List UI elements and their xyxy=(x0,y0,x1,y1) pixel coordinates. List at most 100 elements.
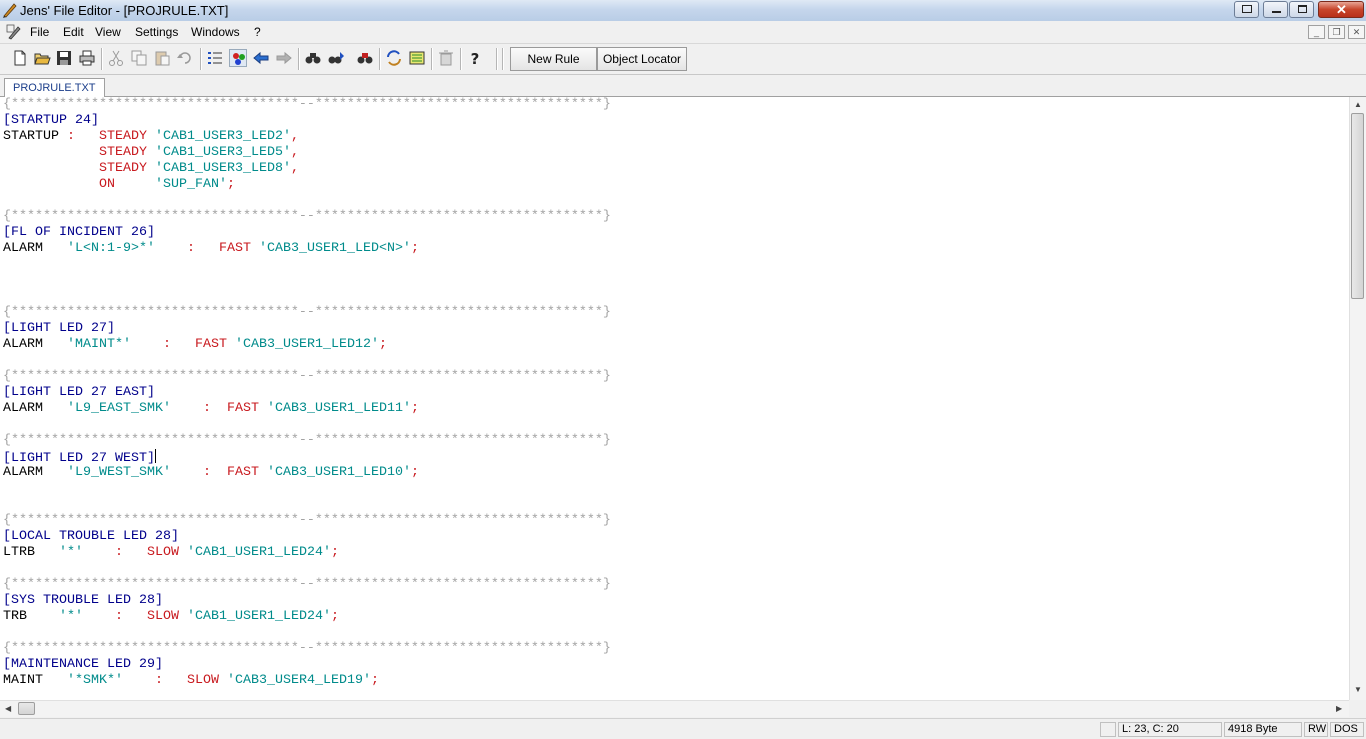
minimize-button[interactable] xyxy=(1263,1,1288,18)
color-icon[interactable] xyxy=(229,49,247,67)
tab-projrule[interactable]: PROJRULE.TXT xyxy=(4,78,105,97)
doc-minimize-button[interactable]: _ xyxy=(1308,25,1325,39)
code-line[interactable]: [MAINTENANCE LED 29] xyxy=(3,657,611,673)
operator-token: ; xyxy=(370,673,379,688)
print-icon[interactable] xyxy=(78,49,96,67)
text-editor[interactable]: {************************************--*… xyxy=(0,97,1349,700)
operator-token: ; xyxy=(410,401,419,416)
scroll-left-icon[interactable]: ◀ xyxy=(5,705,11,713)
code-line[interactable] xyxy=(3,289,611,305)
code-line[interactable]: {************************************--*… xyxy=(3,577,611,593)
window-title: Jens' File Editor - [PROJRULE.TXT] xyxy=(20,3,229,18)
code-line[interactable]: [FL OF INCIDENT 26] xyxy=(3,225,611,241)
toolbar-separator xyxy=(101,48,103,70)
refresh-icon[interactable] xyxy=(385,49,403,67)
toolbar-separator xyxy=(298,48,300,70)
code-line[interactable]: ALARM 'L<N:1-9>*' : FAST 'CAB3_USER1_LED… xyxy=(3,241,611,257)
menu-settings[interactable]: Settings xyxy=(135,25,178,39)
help-icon[interactable]: ? xyxy=(466,49,484,67)
menu-windows[interactable]: Windows xyxy=(191,25,240,39)
menu-edit[interactable]: Edit xyxy=(63,25,84,39)
vertical-scroll-thumb[interactable] xyxy=(1351,113,1364,299)
back-icon[interactable] xyxy=(252,49,270,67)
code-line[interactable] xyxy=(3,193,611,209)
close-button[interactable]: ✕ xyxy=(1318,1,1364,18)
operator-token: , xyxy=(290,145,299,160)
find-icon[interactable] xyxy=(304,49,322,67)
horizontal-scrollbar[interactable]: ◀ ▶ xyxy=(0,700,1349,717)
string-token: 'CAB1_USER3_LED5' xyxy=(154,145,291,160)
code-line[interactable]: STEADY 'CAB1_USER3_LED8', xyxy=(3,161,611,177)
code-line[interactable]: [SYS TROUBLE LED 28] xyxy=(3,593,611,609)
menu-help[interactable]: ? xyxy=(254,25,261,39)
doc-close-button[interactable]: ✕ xyxy=(1348,25,1365,39)
code-line[interactable]: ALARM 'MAINT*' : FAST 'CAB3_USER1_LED12'… xyxy=(3,337,611,353)
doc-menu-icon[interactable] xyxy=(6,24,22,40)
code-line[interactable]: [LOCAL TROUBLE LED 28] xyxy=(3,529,611,545)
code-line[interactable]: {************************************--*… xyxy=(3,369,611,385)
code-line[interactable]: {************************************--*… xyxy=(3,305,611,321)
code-line[interactable]: {************************************--*… xyxy=(3,513,611,529)
code-line[interactable]: {************************************--*… xyxy=(3,641,611,657)
compare-icon[interactable] xyxy=(408,49,426,67)
toolbar-separator xyxy=(379,48,381,70)
code-line[interactable]: STARTUP : STEADY 'CAB1_USER3_LED2', xyxy=(3,129,611,145)
code-line[interactable]: [LIGHT LED 27] xyxy=(3,321,611,337)
string-token: 'MAINT*' xyxy=(67,337,131,352)
code-line[interactable]: [STARTUP 24] xyxy=(3,113,611,129)
code-line[interactable]: {************************************--*… xyxy=(3,97,611,113)
delete-icon[interactable] xyxy=(437,49,455,67)
maximize-button[interactable] xyxy=(1289,1,1314,18)
code-line[interactable]: STEADY 'CAB1_USER3_LED5', xyxy=(3,145,611,161)
forward-icon[interactable] xyxy=(275,49,293,67)
code-line[interactable]: TRB '*' : SLOW 'CAB1_USER1_LED24'; xyxy=(3,609,611,625)
cut-icon[interactable] xyxy=(107,49,125,67)
code-line[interactable] xyxy=(3,561,611,577)
code-content[interactable]: {************************************--*… xyxy=(3,97,611,689)
code-line[interactable]: LTRB '*' : SLOW 'CAB1_USER1_LED24'; xyxy=(3,545,611,561)
new-file-icon[interactable] xyxy=(11,49,29,67)
doc-restore-button[interactable]: ❐ xyxy=(1328,25,1345,39)
comment-token: {************************************--*… xyxy=(3,577,611,592)
code-line[interactable]: {************************************--*… xyxy=(3,433,611,449)
section-header: [FL OF INCIDENT 26] xyxy=(3,225,155,240)
save-icon[interactable] xyxy=(55,49,73,67)
menu-file[interactable]: File xyxy=(30,25,49,39)
list-icon[interactable] xyxy=(206,49,224,67)
code-line[interactable]: [LIGHT LED 27 WEST] xyxy=(3,449,611,466)
section-header: [LOCAL TROUBLE LED 28] xyxy=(3,529,179,544)
scroll-up-icon[interactable]: ▲ xyxy=(1354,101,1362,109)
code-line[interactable] xyxy=(3,353,611,369)
code-line[interactable] xyxy=(3,273,611,289)
copy-icon[interactable] xyxy=(130,49,148,67)
code-line[interactable] xyxy=(3,417,611,433)
title-bar[interactable]: Jens' File Editor - [PROJRULE.TXT] ✕ xyxy=(0,0,1366,22)
vertical-scrollbar[interactable]: ▲ ▼ xyxy=(1349,97,1366,700)
undo-icon[interactable] xyxy=(176,49,194,67)
find-replace-icon[interactable] xyxy=(327,49,345,67)
code-line[interactable] xyxy=(3,625,611,641)
code-line[interactable] xyxy=(3,481,611,497)
pin-button[interactable] xyxy=(1234,1,1259,18)
code-line[interactable]: ALARM 'L9_WEST_SMK' : FAST 'CAB3_USER1_L… xyxy=(3,465,611,481)
pin-icon xyxy=(1242,5,1252,13)
menu-view[interactable]: View xyxy=(95,25,121,39)
open-folder-icon[interactable] xyxy=(33,49,51,67)
code-line[interactable]: ON 'SUP_FAN'; xyxy=(3,177,611,193)
find-next-icon[interactable] xyxy=(356,49,374,67)
code-line[interactable] xyxy=(3,257,611,273)
new-rule-button[interactable]: New Rule xyxy=(510,47,597,71)
comment-token: {************************************--*… xyxy=(3,369,611,384)
paste-icon[interactable] xyxy=(153,49,171,67)
code-line[interactable]: MAINT '*SMK*' : SLOW 'CAB3_USER4_LED19'; xyxy=(3,673,611,689)
object-locator-button[interactable]: Object Locator xyxy=(597,47,687,71)
operator-token: ; xyxy=(410,241,419,256)
code-line[interactable]: {************************************--*… xyxy=(3,209,611,225)
code-line[interactable] xyxy=(3,497,611,513)
scroll-down-icon[interactable]: ▼ xyxy=(1354,686,1362,694)
horizontal-scroll-thumb[interactable] xyxy=(18,702,35,715)
comment-token: {************************************--*… xyxy=(3,513,611,528)
scroll-right-icon[interactable]: ▶ xyxy=(1336,705,1342,713)
code-line[interactable]: ALARM 'L9_EAST_SMK' : FAST 'CAB3_USER1_L… xyxy=(3,401,611,417)
code-line[interactable]: [LIGHT LED 27 EAST] xyxy=(3,385,611,401)
